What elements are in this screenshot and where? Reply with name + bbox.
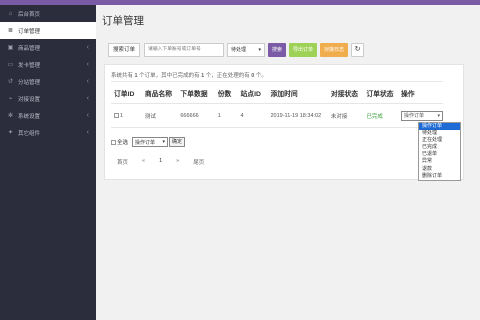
table-row: 1 测试 666666 1 4 2019-11-19 18:34:02 未对接 … [111,103,443,128]
column-header: 商品名称 [141,81,178,104]
home-icon: ⌂ [8,10,13,17]
share-icon: ↺ [7,79,14,85]
chevron-left-icon: ‹ [86,95,89,102]
dropdown-option[interactable]: 退款 [419,166,460,173]
search-button[interactable]: 搜索 [268,42,287,57]
pager-prev[interactable]: « [142,158,145,166]
order-data-cell: 666666 [177,103,215,128]
pager-last[interactable]: 尾页 [193,158,204,166]
orders-table: 订单ID 商品名称 下单数据 份数 站点ID 添加时间 对接状态 订单状态 操作… [111,81,443,128]
summary-text: 个订单，其中已完成的有 [137,73,202,79]
docking-log-button[interactable]: 对接日志 [320,42,349,57]
sidebar-item-docking[interactable]: ⌁ 对接设置 ‹ [0,90,96,107]
order-action-dropdown: 操作订单 待处理 正在处理 已完成 已退单 异常 退款 删除订单 [418,122,461,181]
dock-status-cell: 未对接 [327,103,364,128]
card-icon: ▭ [7,62,14,68]
plug-icon: ⌁ [8,96,13,102]
chevron-left-icon: ‹ [86,78,89,85]
orders-summary: 系统共有 1 个订单，其中已完成的有 1 个，正在处理的有 0 个。 [111,71,267,79]
column-header: 对接状态 [327,81,364,104]
refresh-button[interactable]: ↻ [351,42,365,57]
list-icon: ≣ [7,28,14,34]
search-label: 搜索订单 [108,42,141,57]
orders-panel: 系统共有 1 个订单，其中已完成的有 1 个，正在处理的有 0 个。 订单ID … [104,64,464,180]
bulk-action-value: 操作订单 [135,139,156,146]
column-header: 操作 [398,81,443,104]
sidebar-item-home[interactable]: ⌂ 后台首页 [0,5,96,22]
site-id-cell: 4 [237,103,268,128]
dropdown-option[interactable]: 异常 [419,158,460,165]
sidebar-item-label: 对接设置 [18,96,41,103]
pager-next[interactable]: » [176,158,179,166]
pagination: 首页 « 1 » 尾页 [117,158,218,166]
sidebar-item-orders[interactable]: ≣ 订单管理 [0,22,96,39]
export-orders-button[interactable]: 导出订单 [289,42,318,57]
order-id-cell: 1 [111,103,142,128]
pager-current[interactable]: 1 [159,158,162,166]
select-all-label: 全选 [117,140,129,146]
sidebar-item-label: 商品管理 [18,45,41,52]
chevron-left-icon: ‹ [86,44,89,51]
sidebar-item-cards[interactable]: ▭ 发卡管理 ‹ [0,56,96,73]
chevron-down-icon: ▾ [162,139,166,145]
row-checkbox[interactable] [114,112,119,118]
column-header: 订单ID [111,81,142,104]
status-filter-select[interactable]: 待处理 ▾ [227,42,266,57]
sidebar-item-components[interactable]: ✦ 其它组件 ‹ [0,124,96,141]
order-action-value: 操作订单 [404,113,425,119]
sidebar-item-label: 系统设置 [18,113,41,120]
page-title: 订单管理 [102,15,144,27]
order-status-cell: 已完成 [363,103,398,128]
summary-text: 个，正在处理的有 [204,73,252,79]
order-id: 1 [120,112,124,119]
sidebar-item-label: 分站管理 [18,79,41,86]
search-input[interactable] [144,42,225,57]
order-action-select[interactable]: 操作订单 ▾ [401,110,443,121]
product-cell: 测试 [141,103,178,128]
column-header: 添加时间 [267,81,328,104]
column-header: 份数 [214,81,238,104]
chevron-down-icon: ▾ [258,46,262,53]
refresh-icon: ↻ [354,45,361,53]
search-toolbar: 搜索订单 待处理 ▾ 搜索 导出订单 对接日志 ↻ [108,42,388,57]
bulk-actions: 全选 操作订单 ▾ 确定 [111,137,186,147]
column-header: 站点ID [237,81,268,104]
sidebar-item-label: 其它组件 [18,130,41,137]
sidebar-item-label: 发卡管理 [18,62,41,69]
table-header-row: 订单ID 商品名称 下单数据 份数 站点ID 添加时间 对接状态 订单状态 操作 [111,81,443,104]
time-cell: 2019-11-19 18:34:02 [267,103,328,128]
select-all-checkbox[interactable] [111,139,116,145]
chevron-down-icon: ▾ [437,112,440,119]
column-header: 订单状态 [363,81,398,104]
sidebar-item-label: 后台首页 [18,11,41,18]
pager-first[interactable]: 首页 [117,158,128,166]
sidebar-item-system[interactable]: ✻ 系统设置 ‹ [0,107,96,124]
chevron-left-icon: ‹ [86,61,89,68]
chevron-left-icon: ‹ [86,112,89,119]
chevron-left-icon: ‹ [86,129,89,136]
gear-icon: ✻ [7,113,14,119]
summary-text: 系统共有 [111,73,135,79]
count-cell: 1 [214,103,238,128]
dropdown-option[interactable]: 删除订单 [419,173,460,180]
summary-text: 个。 [254,73,267,79]
status-filter-value: 待处理 [231,47,247,53]
bulk-confirm-button[interactable]: 确定 [169,137,186,147]
sidebar-item-label: 订单管理 [18,28,41,35]
bulk-action-select[interactable]: 操作订单 ▾ [132,137,169,147]
puzzle-icon: ✦ [7,130,14,136]
sidebar-item-products[interactable]: ▣ 商品管理 ‹ [0,39,96,56]
sidebar-item-substations[interactable]: ↺ 分站管理 ‹ [0,73,96,90]
cart-icon: ▣ [7,45,14,51]
sidebar: ⌂ 后台首页 ≣ 订单管理 ▣ 商品管理 ‹ ▭ 发卡管理 ‹ ↺ 分站管理 ‹… [0,5,96,320]
column-header: 下单数据 [177,81,215,104]
